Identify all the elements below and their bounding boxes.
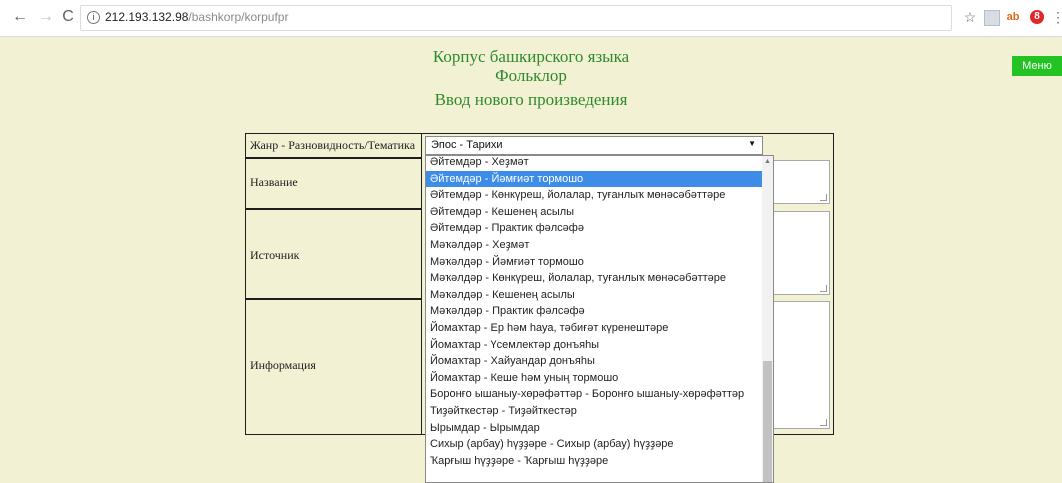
url-path: /bashkorp/korpufpr: [188, 10, 289, 24]
resize-grip-icon[interactable]: [820, 419, 827, 426]
browser-toolbar: ← → C i 212.193.132.98/bashkorp/korpufpr…: [0, 0, 1062, 37]
info-textarea[interactable]: [766, 301, 830, 429]
genre-dropdown-list[interactable]: Ҡарғыш һүҙҙәре - Ҡарғыш һүҙҙәре Сихыр (ар…: [425, 155, 774, 483]
dropdown-option[interactable]: Тиҙәйткестәр - Тиҙәйткестәр: [426, 403, 762, 419]
name-textarea[interactable]: [766, 160, 830, 204]
info-label: Информация: [250, 358, 316, 372]
dropdown-option[interactable]: Ырымдар - Ырымдар: [426, 420, 762, 436]
dropdown-option[interactable]: Әйтемдәр - Хеҙмәт: [426, 156, 762, 170]
resize-grip-icon[interactable]: [820, 194, 827, 201]
scroll-up-icon[interactable]: ▲: [762, 156, 773, 167]
name-label-cell: Название: [245, 158, 421, 209]
reload-icon[interactable]: C: [59, 8, 77, 26]
dropdown-option[interactable]: Йомаҡтар - Кеше һәм уның тормошо: [426, 370, 762, 386]
dropdown-option[interactable]: Мәҡәлдәр - Кешенең асылы: [426, 287, 762, 303]
dropdown-option[interactable]: Йомаҡтар - Үсемлектәр донъяһы: [426, 337, 762, 353]
url-host: 212.193.132.98: [105, 10, 189, 24]
dropdown-option[interactable]: Әйтемдәр - Көнкүреш, йолалар, туғанлыҡ м…: [426, 187, 762, 203]
scrollbar-thumb[interactable]: [763, 361, 772, 482]
page-title: Корпус башкирского языка: [432, 47, 630, 66]
back-icon[interactable]: ←: [11, 8, 29, 26]
info-label-cell: Информация: [245, 299, 421, 435]
dropdown-option[interactable]: Мәҡәлдәр - Йәмғиәт тормошо: [426, 254, 762, 270]
dropdown-option[interactable]: Мәҡәлдәр - Практик фәлсәфә: [426, 303, 762, 319]
url-text[interactable]: 212.193.132.98/bashkorp/korpufpr: [105, 10, 288, 24]
page-section-title: Ввод нового произведения: [434, 90, 628, 109]
source-label-cell: Источник: [245, 209, 421, 299]
dropdown-scrollbar[interactable]: ▲: [762, 156, 773, 482]
name-label: Название: [250, 175, 298, 189]
page-subtitle: Фольклор: [495, 66, 567, 85]
source-label: Источник: [250, 248, 300, 262]
genre-select[interactable]: Эпос - Тарихи ▼: [425, 136, 763, 155]
dropdown-option[interactable]: Әйтемдәр - Йәмғиәт тормошо: [426, 170, 762, 187]
menu-button[interactable]: Меню: [1012, 56, 1062, 76]
more-menu-icon[interactable]: ⋮: [1051, 9, 1062, 25]
dropdown-option[interactable]: Мәҡәлдәр - Көнкүреш, йолалар, туғанлыҡ м…: [426, 270, 762, 286]
extension-icon[interactable]: [984, 10, 1000, 26]
dropdown-option[interactable]: Сихыр (арбау) һүҙҙәре - Сихыр (арбау) һү…: [426, 436, 762, 452]
source-textarea[interactable]: [766, 211, 830, 295]
extension-badge-icon[interactable]: 8: [1030, 10, 1044, 24]
forward-icon[interactable]: →: [37, 8, 55, 26]
extension-ab-icon[interactable]: ab: [1004, 9, 1022, 25]
dropdown-option[interactable]: Боронғо ышаныу-хөрәфәттәр - Боронғо ышан…: [426, 386, 762, 402]
star-icon[interactable]: ☆: [962, 9, 978, 25]
dropdown-option[interactable]: Йомаҡтар - Хайуандар донъяһы: [426, 353, 762, 369]
genre-select-value: Эпос - Тарихи: [431, 139, 503, 151]
dropdown-option[interactable]: Ҡарғыш һүҙҙәре - Ҡарғыш һүҙҙәре: [426, 453, 762, 469]
genre-label: Жанр - Разновидность/Тематика: [245, 133, 421, 158]
resize-grip-icon[interactable]: [820, 285, 827, 292]
dropdown-option[interactable]: Әйтемдәр - Практик фәлсәфә: [426, 220, 762, 236]
chevron-down-icon[interactable]: ▼: [748, 139, 756, 148]
dropdown-option[interactable]: Әйтемдәр - Кешенең асылы: [426, 204, 762, 220]
address-bar[interactable]: i 212.193.132.98/bashkorp/korpufpr: [80, 5, 952, 31]
info-icon[interactable]: i: [87, 11, 100, 24]
dropdown-option[interactable]: Йомаҡтар - Ер һәм һауа, тәбиғәт күренешт…: [426, 320, 762, 336]
dropdown-option[interactable]: Мәҡәлдәр - Хеҙмәт: [426, 237, 762, 253]
